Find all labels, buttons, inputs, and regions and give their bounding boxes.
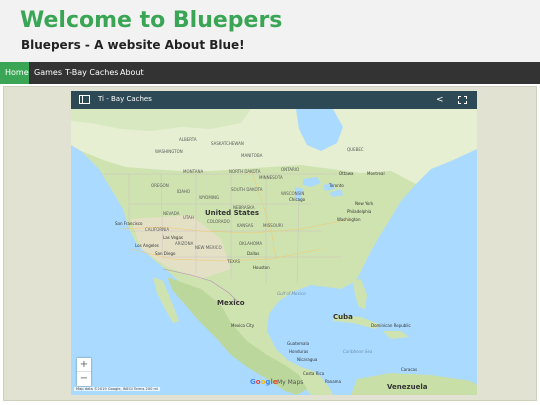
state-label-oklahoma: OKLAHOMA	[239, 241, 263, 246]
site-title: Welcome to Bluepers	[20, 8, 283, 33]
state-label-wisconsin: WISCONSIN	[281, 191, 305, 196]
province-label-ontario: ONTARIO	[281, 167, 300, 172]
city-label-caracas: Caracas	[401, 367, 418, 372]
state-label-nevada: NEVADA	[163, 211, 180, 216]
country-label-dominican-republic: Dominican Republic	[371, 323, 411, 328]
city-label-mexico-city: Mexico City	[231, 323, 255, 328]
state-label-arizona: ARIZONA	[175, 241, 194, 246]
caret-right-icon: ›	[148, 95, 151, 102]
state-label-missouri: MISSOURI	[263, 223, 283, 228]
province-label-saskatchewan: SASKATCHEWAN	[211, 141, 244, 146]
city-label-las-vegas: Las Vegas	[163, 235, 183, 240]
state-label-new-mexico: NEW MEXICO	[195, 245, 222, 250]
state-label-washington: WASHINGTON	[155, 149, 183, 154]
country-label-united-states: United States	[205, 209, 259, 217]
nav-item-home[interactable]: Home	[0, 62, 29, 84]
state-label-north-dakota: NORTH DAKOTA	[229, 169, 261, 174]
city-label-san-francisco: San Francisco	[115, 221, 143, 226]
water-label-caribbean-sea: Caribbean Sea	[343, 349, 373, 354]
embedded-map[interactable]: Ti - Bay Caches › < WASHINGTON MONTANA N…	[71, 91, 477, 395]
city-label-dallas: Dallas	[247, 251, 260, 256]
country-label-guatemala: Guatemala	[287, 341, 310, 346]
state-label-idaho: IDAHO	[177, 189, 191, 194]
country-label-nicaragua: Nicaragua	[297, 357, 318, 362]
state-label-minnesota: MINNESOTA	[259, 175, 283, 180]
city-label-toronto: Toronto	[329, 183, 344, 188]
state-label-wyoming: WYOMING	[199, 195, 220, 200]
state-label-oregon: OREGON	[151, 183, 169, 188]
water-label-gulf-of-mexico: Gulf of Mexico	[277, 291, 306, 296]
state-label-colorado: COLORADO	[207, 219, 230, 224]
city-label-ottawa: Ottawa	[339, 171, 354, 176]
state-label-south-dakota: SOUTH DAKOTA	[231, 187, 263, 192]
country-label-costa-rica: Costa Rica	[303, 371, 325, 376]
city-label-chicago: Chicago	[289, 197, 306, 202]
city-label-los-angeles: Los Angeles	[135, 243, 159, 248]
city-label-montreal: Montreal	[367, 171, 385, 176]
city-label-new-york: New York	[355, 201, 374, 206]
country-label-mexico: Mexico	[217, 299, 245, 307]
fullscreen-icon[interactable]	[458, 96, 467, 104]
site-header: Welcome to Bluepers Bluepers - A website…	[0, 0, 540, 62]
province-label-alberta: ALBERTA	[179, 137, 197, 142]
province-label-quebec: QUEBEC	[347, 147, 364, 152]
city-label-san-diego: San Diego	[155, 251, 176, 256]
country-label-cuba: Cuba	[333, 313, 353, 321]
nav-item-about[interactable]: About	[115, 62, 149, 84]
nav-item-tbay-caches[interactable]: T-Bay Caches	[60, 62, 123, 84]
state-label-utah: UTAH	[183, 215, 194, 220]
map-header-bar: Ti - Bay Caches › <	[71, 91, 477, 109]
map-attribution[interactable]: Map data ©2019 Google, INEGI Terms 200 m…	[74, 387, 161, 391]
city-label-houston: Houston	[253, 265, 270, 270]
nav-bar: Home Games T-Bay Caches About	[0, 62, 540, 84]
map-title[interactable]: Ti - Bay Caches	[98, 95, 152, 103]
zoom-out-button[interactable]: −	[77, 372, 91, 386]
state-label-kansas: KANSAS	[237, 223, 254, 228]
site-subtitle: Bluepers - A website About Blue!	[21, 38, 245, 52]
country-label-venezuela: Venezuela	[387, 383, 428, 391]
state-label-montana: MONTANA	[183, 169, 204, 174]
sidebar-toggle-icon[interactable]	[79, 95, 90, 104]
province-label-manitoba: MANITOBA	[241, 153, 263, 158]
state-label-california: CALIFORNIA	[145, 227, 170, 232]
state-label-texas: TEXAS	[227, 259, 240, 264]
google-logo: Google	[250, 378, 278, 386]
city-label-philadelphia: Philadelphia	[347, 209, 372, 214]
country-label-panama: Panama	[325, 379, 342, 384]
my-maps-label: My Maps	[277, 379, 304, 386]
country-label-honduras: Honduras	[289, 349, 309, 354]
zoom-control: + −	[77, 358, 91, 386]
map-canvas[interactable]	[71, 109, 477, 395]
zoom-in-button[interactable]: +	[77, 358, 91, 372]
city-label-washington: Washington	[337, 217, 361, 222]
share-icon[interactable]: <	[436, 94, 444, 106]
